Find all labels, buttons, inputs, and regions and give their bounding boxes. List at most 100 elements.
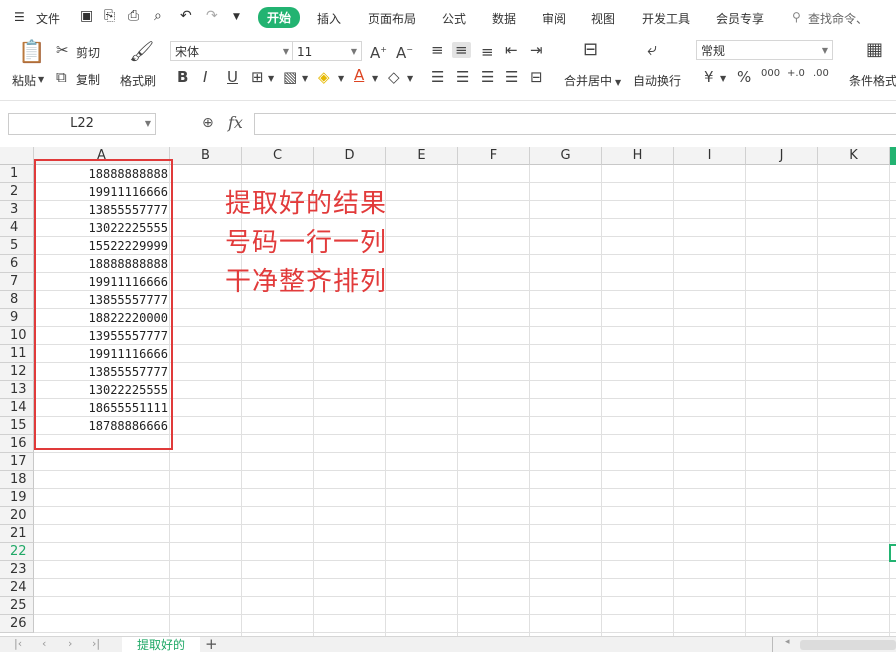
row-header-10[interactable]: 10 — [0, 327, 34, 345]
cell-style-dropdown-icon[interactable]: ▼ — [302, 71, 308, 87]
quick-access-dropdown-icon[interactable]: ▼ — [233, 12, 240, 22]
tab-home[interactable]: 开始 — [258, 7, 301, 28]
next-sheet-icon[interactable]: › — [68, 637, 72, 650]
decrease-font-icon[interactable]: A− — [396, 42, 413, 61]
row-header-13[interactable]: 13 — [0, 381, 34, 399]
fill-color-dropdown-icon[interactable]: ▼ — [338, 71, 344, 87]
column-header-b[interactable]: B — [170, 147, 242, 165]
tab-data[interactable]: 数据 — [492, 10, 516, 27]
merge-dropdown-icon[interactable]: ▼ — [615, 75, 621, 91]
prev-sheet-icon[interactable]: ‹ — [42, 637, 46, 650]
align-bottom-icon[interactable]: ≡ — [481, 44, 494, 60]
column-header-h[interactable]: H — [602, 147, 674, 165]
font-size-select[interactable]: 11 ▼ — [292, 41, 362, 61]
distributed-align-icon[interactable]: ⊟ — [530, 69, 543, 85]
row-header-18[interactable]: 18 — [0, 471, 34, 489]
align-right-icon[interactable]: ☰ — [481, 69, 494, 85]
horizontal-scrollbar[interactable] — [800, 640, 896, 650]
decrease-indent-icon[interactable]: ⇤ — [505, 42, 518, 58]
row-header-2[interactable]: 2 — [0, 183, 34, 201]
tab-view[interactable]: 视图 — [591, 10, 615, 27]
format-painter-icon[interactable]: 🖌 — [129, 40, 154, 62]
select-all-corner[interactable] — [0, 147, 34, 165]
active-cell-l22[interactable] — [889, 544, 896, 562]
column-header-g[interactable]: G — [530, 147, 602, 165]
increase-indent-icon[interactable]: ⇥ — [530, 42, 543, 58]
row-header-6[interactable]: 6 — [0, 255, 34, 273]
fill-color-icon[interactable]: ◈ — [318, 69, 330, 85]
row-header-11[interactable]: 11 — [0, 345, 34, 363]
column-header-i[interactable]: I — [674, 147, 746, 165]
tab-formulas[interactable]: 公式 — [442, 10, 466, 27]
align-top-icon[interactable]: ≡ — [431, 42, 444, 58]
decrease-decimal-icon[interactable]: .00 — [813, 66, 829, 82]
bold-icon[interactable]: B — [177, 69, 188, 85]
scissors-icon[interactable]: ✂ — [56, 42, 69, 58]
font-color-dropdown-icon[interactable]: ▼ — [372, 71, 378, 87]
wrap-text-icon[interactable]: ⤶ — [647, 41, 657, 59]
border-icon[interactable]: ⊞ — [251, 69, 264, 85]
add-sheet-icon[interactable]: + — [205, 635, 218, 653]
conditional-format-icon[interactable]: ▦ — [866, 41, 883, 59]
zoom-icon[interactable]: ⊕ — [202, 115, 214, 131]
column-header-d[interactable]: D — [314, 147, 386, 165]
cut-button[interactable]: 剪切 — [76, 44, 100, 61]
row-header-7[interactable]: 7 — [0, 273, 34, 291]
export-pdf-icon[interactable]: ⎘ — [104, 8, 115, 24]
format-painter-button[interactable]: 格式刷 — [120, 72, 156, 89]
currency-button[interactable]: ¥ — [704, 69, 714, 85]
copy-button[interactable]: 复制 — [76, 71, 100, 88]
row-header-25[interactable]: 25 — [0, 597, 34, 615]
row-header-14[interactable]: 14 — [0, 399, 34, 417]
row-header-16[interactable]: 16 — [0, 435, 34, 453]
row-header-19[interactable]: 19 — [0, 489, 34, 507]
search-command-box[interactable]: 查找命令、 — [808, 10, 868, 27]
row-header-20[interactable]: 20 — [0, 507, 34, 525]
align-left-icon[interactable]: ☰ — [431, 69, 444, 85]
border-dropdown-icon[interactable]: ▼ — [268, 71, 274, 87]
row-header-22[interactable]: 22 — [0, 543, 34, 561]
row-header-26[interactable]: 26 — [0, 615, 34, 633]
undo-icon[interactable]: ↶ — [180, 8, 192, 24]
first-sheet-icon[interactable]: |‹ — [14, 637, 22, 650]
hamburger-icon[interactable]: ☰ — [14, 10, 25, 24]
eraser-icon[interactable]: ◇ — [388, 69, 400, 85]
wrap-text-button[interactable]: 自动换行 — [633, 72, 681, 89]
tab-member[interactable]: 会员专享 — [716, 10, 764, 27]
row-header-15[interactable]: 15 — [0, 417, 34, 435]
print-icon[interactable]: ⎙ — [128, 8, 139, 24]
tab-page-layout[interactable]: 页面布局 — [368, 10, 416, 27]
fx-button[interactable]: fx — [228, 113, 243, 132]
percent-button[interactable]: % — [737, 69, 751, 85]
number-format-select[interactable]: 常规 ▼ — [696, 40, 833, 60]
row-header-4[interactable]: 4 — [0, 219, 34, 237]
cell-style-icon[interactable]: ▧ — [283, 69, 297, 85]
scroll-left-icon[interactable]: ◂ — [785, 637, 790, 647]
row-header-21[interactable]: 21 — [0, 525, 34, 543]
search-icon[interactable]: ⚲ — [792, 10, 801, 24]
increase-decimal-icon[interactable]: +.0 — [787, 66, 805, 82]
tab-insert[interactable]: 插入 — [317, 10, 341, 27]
file-menu[interactable]: 文件 — [36, 10, 60, 27]
merge-center-button[interactable]: 合并居中 — [564, 72, 612, 89]
row-header-3[interactable]: 3 — [0, 201, 34, 219]
thousands-separator-button[interactable]: 000 — [761, 66, 780, 82]
paste-button[interactable]: 粘贴 — [12, 72, 36, 89]
row-header-1[interactable]: 1 — [0, 165, 34, 183]
formula-input[interactable] — [254, 113, 896, 135]
column-header-j[interactable]: J — [746, 147, 818, 165]
row-header-17[interactable]: 17 — [0, 453, 34, 471]
tab-developer[interactable]: 开发工具 — [642, 10, 690, 27]
font-color-icon[interactable]: A — [354, 67, 364, 83]
underline-icon[interactable]: U — [227, 69, 238, 85]
copy-icon[interactable]: ⧉ — [56, 69, 67, 85]
sheet-tab-active[interactable]: 提取好的 — [122, 637, 200, 652]
row-header-23[interactable]: 23 — [0, 561, 34, 579]
merge-center-icon[interactable]: ⊟ — [583, 41, 598, 59]
name-box[interactable]: L22 ▼ — [8, 113, 156, 135]
paste-dropdown-icon[interactable]: ▼ — [38, 72, 44, 88]
redo-icon[interactable]: ↷ — [206, 8, 218, 24]
conditional-format-button[interactable]: 条件格式 — [849, 72, 896, 89]
column-header-k[interactable]: K — [818, 147, 890, 165]
increase-font-icon[interactable]: A+ — [370, 42, 387, 61]
